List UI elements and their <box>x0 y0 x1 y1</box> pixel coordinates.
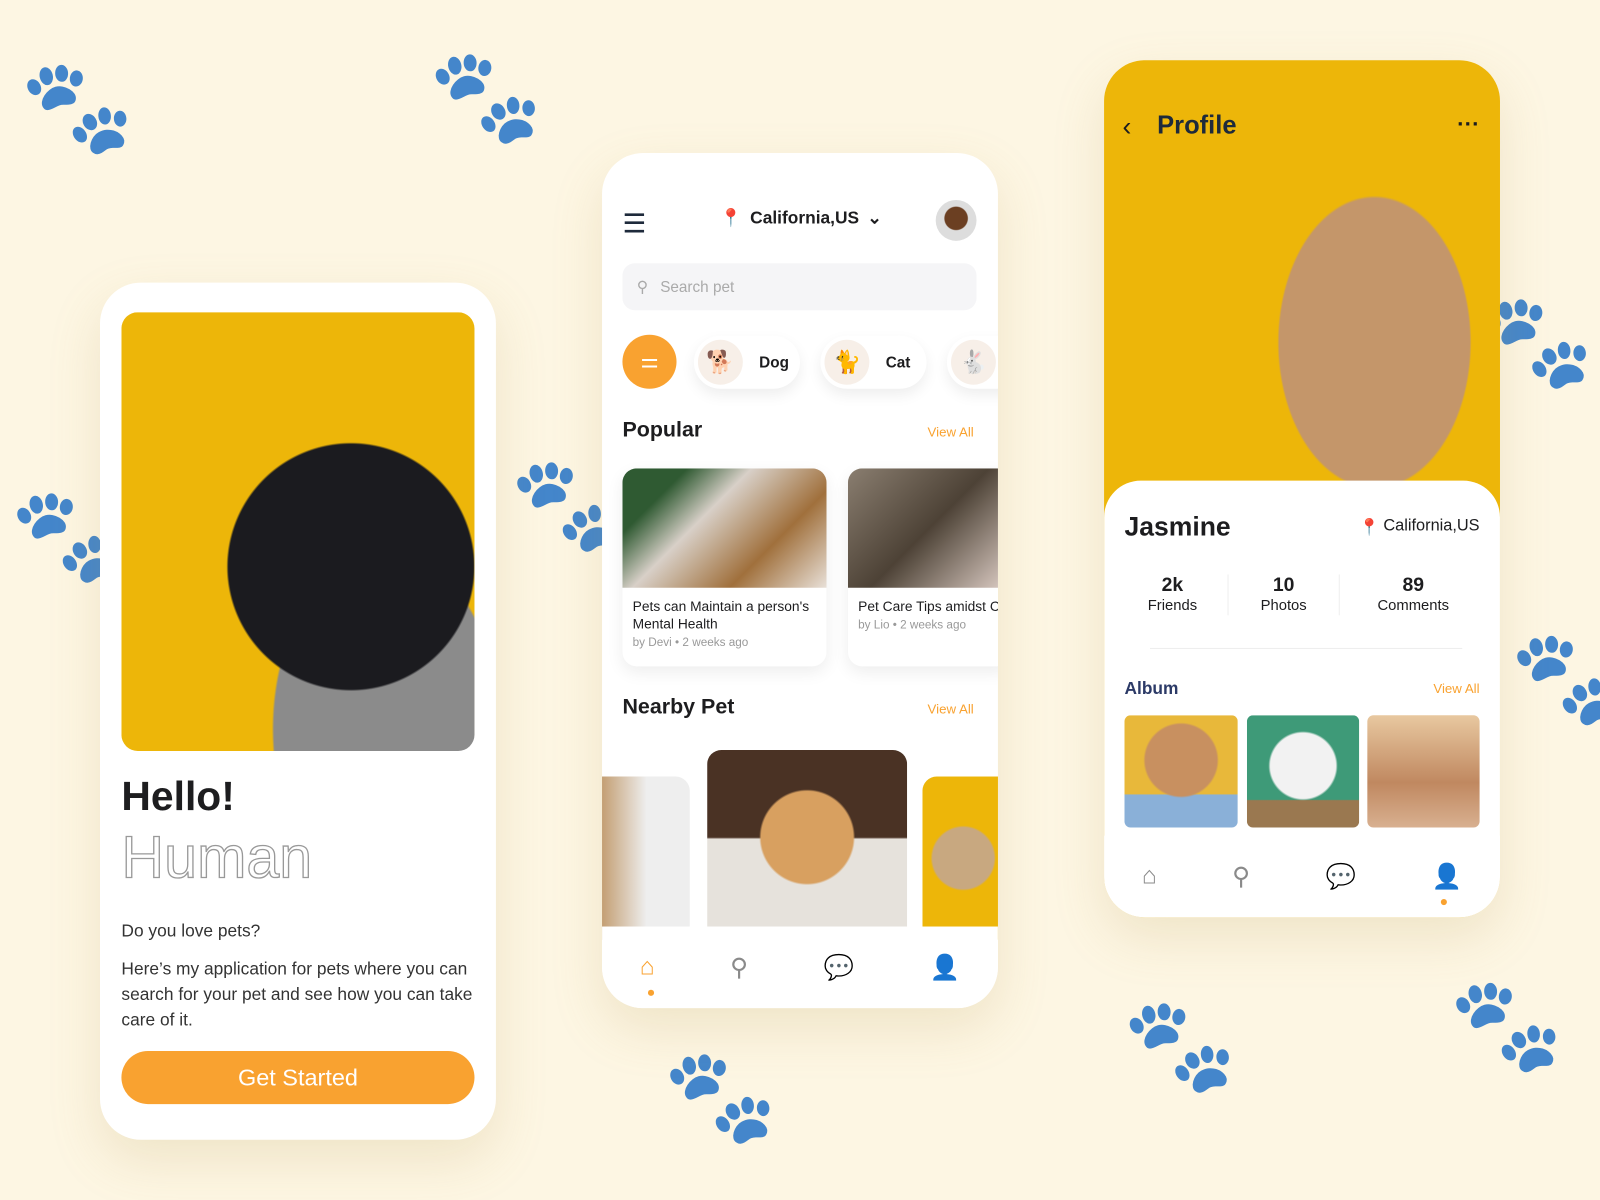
divider <box>1149 647 1463 649</box>
dog-icon: 🐕 <box>697 339 743 385</box>
stat-value: 89 <box>1402 574 1425 596</box>
filter-button[interactable]: ⚌ <box>622 334 677 389</box>
post-image <box>847 468 998 588</box>
post-title: Pets can Maintain a person's Mental Heal… <box>632 598 810 632</box>
location-label: California,US <box>1383 517 1480 535</box>
location-label: California,US <box>750 208 860 228</box>
search-placeholder: Search pet <box>660 278 735 296</box>
welcome-description: Here’s my application for pets where you… <box>121 959 473 1030</box>
nav-home-icon[interactable]: ⌂ <box>640 953 655 996</box>
post-card[interactable]: Pets can Maintain a person's Mental Heal… <box>622 468 827 667</box>
post-author: by Devi <box>632 636 672 649</box>
nav-location-icon[interactable]: ⚲ <box>1232 862 1250 892</box>
welcome-subtitle: Human <box>121 824 313 892</box>
post-author: by Lio <box>858 619 890 632</box>
home-screen: ☰ 📍 California,US ⌄ ⚲ Search pet ⚌ 🐕 Dog … <box>602 153 998 1009</box>
post-title: Pet Care Tips amidst Corona Pandemic <box>858 598 998 615</box>
stat-photos[interactable]: 10 Photos <box>1227 574 1340 616</box>
stat-label: Friends <box>1147 597 1198 615</box>
welcome-screen: Hello! Human Do you love pets? Here’s my… <box>99 282 496 1140</box>
bottom-nav: ⌂ ⚲ 💬 👤 <box>1104 835 1500 918</box>
category-label: Dog <box>759 353 789 371</box>
album-photo-dogs-running[interactable] <box>1367 715 1480 828</box>
popular-title: Popular <box>622 418 703 442</box>
nav-profile-icon[interactable]: 👤 <box>1432 862 1462 905</box>
profile-name: Jasmine <box>1124 511 1231 542</box>
stat-value: 2k <box>1161 574 1184 596</box>
cat-icon: 🐈 <box>824 339 870 385</box>
bottom-nav: ⌂ ⚲ 💬 👤 <box>602 926 998 1009</box>
location-selector[interactable]: 📍 California,US ⌄ <box>720 208 881 228</box>
get-started-button[interactable]: Get Started <box>121 1051 475 1105</box>
welcome-title: Hello! <box>121 774 235 820</box>
nearby-title: Nearby Pet <box>622 694 735 719</box>
stat-value: 10 <box>1272 574 1295 596</box>
nav-profile-icon[interactable]: 👤 <box>930 953 961 983</box>
nearby-view-all[interactable]: View All <box>928 701 974 716</box>
nearby-pet-bulldog[interactable] <box>922 776 998 940</box>
nearby-pet-golden-retriever[interactable] <box>707 749 908 944</box>
popular-view-all[interactable]: View All <box>928 424 974 439</box>
nav-location-icon[interactable]: ⚲ <box>730 953 748 983</box>
stat-label: Comments <box>1377 597 1450 615</box>
profile-screen: ‹ Profile ··· Jasmine 📍 California,US 2k F… <box>1104 60 1500 918</box>
category-label: Cat <box>885 353 911 371</box>
rabbit-icon: 🐇 <box>951 339 996 385</box>
post-time: • 2 weeks ago <box>675 636 749 649</box>
canvas: 🐾 🐾 🐾 🐾 🐾 🐾 🐾 🐾 🐾 Hello! Human Do you lo… <box>0 0 1600 1200</box>
welcome-question: Do you love pets? <box>121 921 261 941</box>
nearby-pet-left[interactable] <box>602 776 690 940</box>
category-rabbit[interactable]: 🐇 <box>946 335 998 389</box>
location-pin-icon: 📍 <box>720 208 743 228</box>
profile-title: Profile <box>1157 111 1237 140</box>
stat-comments[interactable]: 89 Comments <box>1357 574 1469 615</box>
location-pin-icon: 📍 <box>1358 519 1380 537</box>
album-view-all[interactable]: View All <box>1433 681 1479 696</box>
dog-profile-photo <box>1252 157 1497 494</box>
profile-location: 📍 California,US <box>1359 517 1480 537</box>
post-image <box>622 468 827 588</box>
album-photo-cat[interactable] <box>1246 715 1360 828</box>
back-icon[interactable]: ‹ <box>1122 111 1131 143</box>
search-icon: ⚲ <box>636 278 648 296</box>
post-time: • 2 weeks ago <box>892 619 966 632</box>
search-input[interactable]: ⚲ Search pet <box>622 263 977 311</box>
category-cat[interactable]: 🐈 Cat <box>820 335 927 389</box>
nav-chat-icon[interactable]: 💬 <box>1326 862 1357 892</box>
album-title: Album <box>1124 678 1179 698</box>
post-card[interactable]: Pet Care Tips amidst Corona Pandemic by … <box>847 468 998 667</box>
menu-icon[interactable]: ☰ <box>622 208 646 240</box>
album-photo-dog[interactable] <box>1124 715 1238 828</box>
nav-chat-icon[interactable]: 💬 <box>824 953 855 983</box>
nav-home-icon[interactable]: ⌂ <box>1142 862 1157 891</box>
more-options-icon[interactable]: ··· <box>1457 111 1479 138</box>
chevron-down-icon: ⌄ <box>867 208 882 228</box>
avatar[interactable] <box>935 199 977 241</box>
stat-friends[interactable]: 2k Friends <box>1116 574 1228 615</box>
stat-label: Photos <box>1260 597 1307 615</box>
category-dog[interactable]: 🐕 Dog <box>693 335 800 389</box>
pug-photo <box>121 312 475 752</box>
